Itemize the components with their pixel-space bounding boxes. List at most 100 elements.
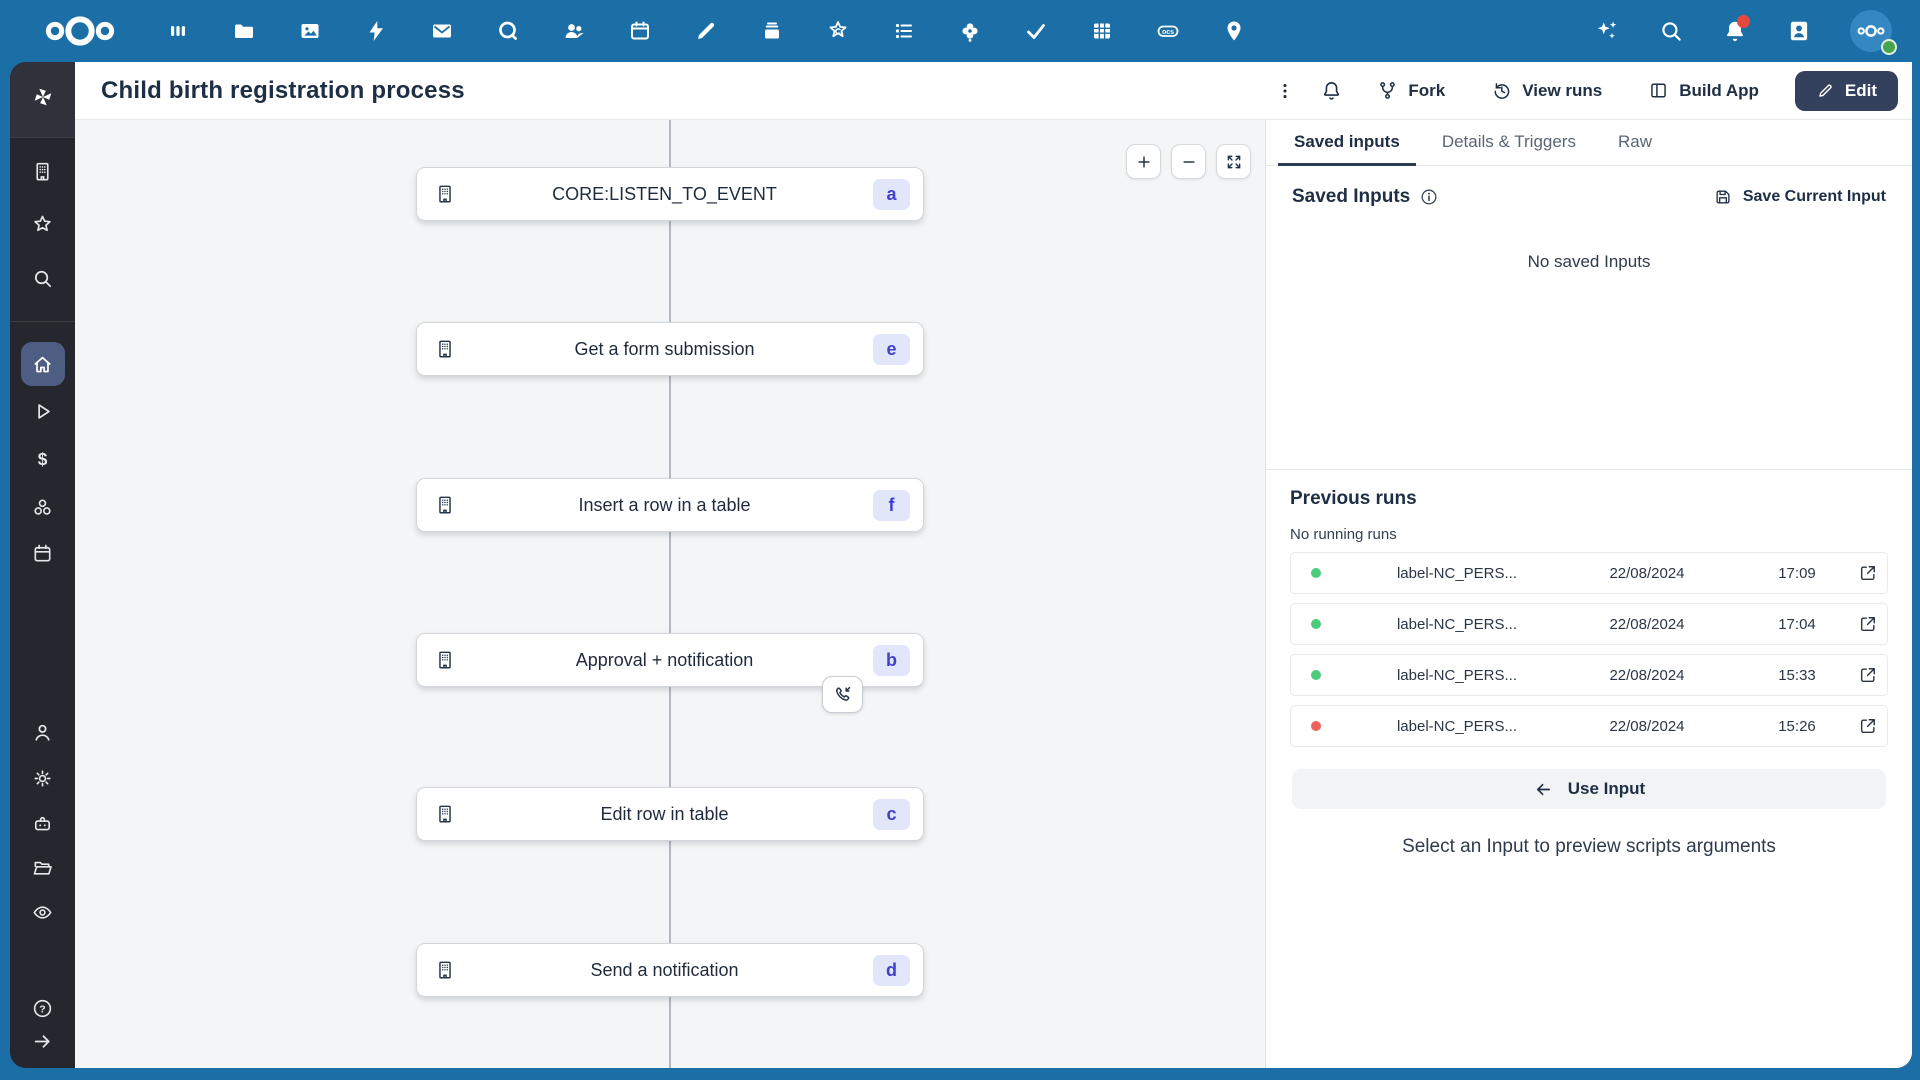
- suspend-approval-button[interactable]: [822, 676, 863, 713]
- external-link-icon: [1858, 563, 1878, 583]
- run-row[interactable]: label-NC_PERS... 22/08/2024 15:26: [1290, 705, 1888, 747]
- nextcloud-logo-icon: [40, 14, 120, 48]
- node-badge: f: [873, 490, 910, 521]
- nextcloud-topbar: ocs: [0, 0, 1920, 62]
- tasks-icon[interactable]: [1024, 19, 1048, 43]
- flow-node-listen-to-event[interactable]: CORE:LISTEN_TO_EVENT a: [416, 167, 924, 221]
- deck-icon[interactable]: [760, 19, 784, 43]
- node-badge: d: [873, 955, 910, 986]
- flow-canvas[interactable]: CORE:LISTEN_TO_EVENT a Get a form submis…: [75, 120, 1266, 1068]
- sidebar-item-search[interactable]: [31, 266, 55, 290]
- sidebar-item-workers[interactable]: [31, 811, 55, 835]
- flow-node-insert-row[interactable]: Insert a row in a table f: [416, 478, 924, 532]
- flow-node-form-submission[interactable]: Get a form submission e: [416, 322, 924, 376]
- app-menu: ocs: [166, 19, 1246, 43]
- tables-icon[interactable]: [1090, 19, 1114, 43]
- sidebar-item-help[interactable]: ?: [31, 996, 55, 1020]
- flow-node-send-notification[interactable]: Send a notification d: [416, 943, 924, 997]
- save-current-input-label: Save Current Input: [1743, 188, 1886, 206]
- more-options-button[interactable]: [1267, 73, 1303, 109]
- checklist-icon[interactable]: [892, 19, 916, 43]
- info-icon[interactable]: [1419, 187, 1439, 207]
- edit-button[interactable]: Edit: [1795, 71, 1898, 111]
- run-label: label-NC_PERS...: [1357, 718, 1557, 735]
- maps-icon[interactable]: [1222, 19, 1246, 43]
- sidebar-item-favorites[interactable]: [31, 212, 55, 236]
- open-run-link[interactable]: [1857, 664, 1879, 686]
- activity-icon[interactable]: [364, 19, 388, 43]
- use-input-button[interactable]: Use Input: [1292, 769, 1886, 809]
- ocs-icon[interactable]: ocs: [1156, 19, 1180, 43]
- build-app-button[interactable]: Build App: [1630, 72, 1777, 109]
- app-layout-icon: [1648, 80, 1669, 101]
- page-title: Child birth registration process: [101, 77, 465, 105]
- node-label: Edit row in table: [456, 804, 873, 825]
- fork-icon: [1377, 80, 1398, 101]
- dashboard-icon[interactable]: [166, 19, 190, 43]
- sidebar-divider: [10, 137, 75, 138]
- sidebar-item-workspace[interactable]: [31, 159, 55, 183]
- run-time: 17:04: [1737, 616, 1857, 633]
- tab-details-triggers[interactable]: Details & Triggers: [1426, 120, 1592, 166]
- open-run-link[interactable]: [1857, 613, 1879, 635]
- open-run-link[interactable]: [1857, 562, 1879, 584]
- run-status-dot: [1311, 568, 1321, 578]
- sidebar-item-variables[interactable]: $: [31, 447, 55, 471]
- recognize-icon[interactable]: [826, 19, 850, 43]
- flow-node-edit-row[interactable]: Edit row in table c: [416, 787, 924, 841]
- building-icon: [434, 338, 456, 360]
- view-runs-button[interactable]: View runs: [1473, 72, 1620, 109]
- nextcloud-logo[interactable]: [40, 14, 120, 48]
- external-link-icon: [1858, 614, 1878, 634]
- notifications-icon[interactable]: [1722, 18, 1748, 44]
- previous-runs-section: Previous runs No running runs label-NC_P…: [1266, 469, 1912, 747]
- sidebar-item-groups[interactable]: [31, 900, 55, 924]
- run-row[interactable]: label-NC_PERS... 22/08/2024 17:09: [1290, 552, 1888, 594]
- header-actions: Fork View runs Build App Edit: [1267, 71, 1898, 111]
- contacts-icon[interactable]: [562, 19, 586, 43]
- fork-button[interactable]: Fork: [1359, 72, 1463, 109]
- mail-icon[interactable]: [430, 19, 454, 43]
- run-date: 22/08/2024: [1557, 565, 1737, 582]
- tab-saved-inputs[interactable]: Saved inputs: [1278, 120, 1416, 166]
- sidebar-item-runs[interactable]: [31, 399, 55, 423]
- files-icon[interactable]: [232, 19, 256, 43]
- run-row[interactable]: label-NC_PERS... 22/08/2024 15:33: [1290, 654, 1888, 696]
- windmill-logo-icon[interactable]: [31, 85, 55, 109]
- search-icon[interactable]: [1658, 18, 1684, 44]
- save-current-input-button[interactable]: Save Current Input: [1713, 187, 1886, 207]
- talk-icon[interactable]: [496, 19, 520, 43]
- sidebar-item-schedules[interactable]: [31, 541, 55, 565]
- topbar-right-cluster: [1594, 10, 1892, 52]
- node-label: Approval + notification: [456, 650, 873, 671]
- sidebar-collapse-arrow[interactable]: [31, 1029, 55, 1053]
- notifications-button[interactable]: [1313, 73, 1349, 109]
- run-row[interactable]: label-NC_PERS... 22/08/2024 17:04: [1290, 603, 1888, 645]
- calendar-icon[interactable]: [628, 19, 652, 43]
- sidebar-item-folders[interactable]: [31, 855, 55, 879]
- canvas-zoom-controls: [1126, 144, 1251, 179]
- fit-view-button[interactable]: [1216, 144, 1251, 179]
- assistant-icon[interactable]: [1594, 18, 1620, 44]
- sidebar-item-resources[interactable]: [31, 495, 55, 519]
- avatar[interactable]: [1850, 10, 1892, 52]
- sidebar-item-home[interactable]: [21, 342, 65, 386]
- previous-runs-heading: Previous runs: [1290, 488, 1888, 510]
- notes-icon[interactable]: [694, 19, 718, 43]
- phone-incoming-icon: [832, 684, 853, 705]
- avatar-logo-icon: [1856, 24, 1886, 38]
- photos-icon[interactable]: [298, 19, 322, 43]
- zoom-out-button[interactable]: [1171, 144, 1206, 179]
- appointments-icon[interactable]: [958, 19, 982, 43]
- open-run-link[interactable]: [1857, 715, 1879, 737]
- flow-node-approval-notification[interactable]: Approval + notification b: [416, 633, 924, 687]
- zoom-in-button[interactable]: [1126, 144, 1161, 179]
- sidebar-item-settings[interactable]: [31, 766, 55, 790]
- contacts-book-icon[interactable]: [1786, 18, 1812, 44]
- tab-raw[interactable]: Raw: [1602, 120, 1668, 166]
- node-label: Insert a row in a table: [456, 495, 873, 516]
- run-time: 15:26: [1737, 718, 1857, 735]
- content-area: Child birth registration process Fork Vi…: [75, 62, 1912, 1068]
- sidebar-item-user[interactable]: [31, 720, 55, 744]
- home-icon: [31, 353, 54, 376]
